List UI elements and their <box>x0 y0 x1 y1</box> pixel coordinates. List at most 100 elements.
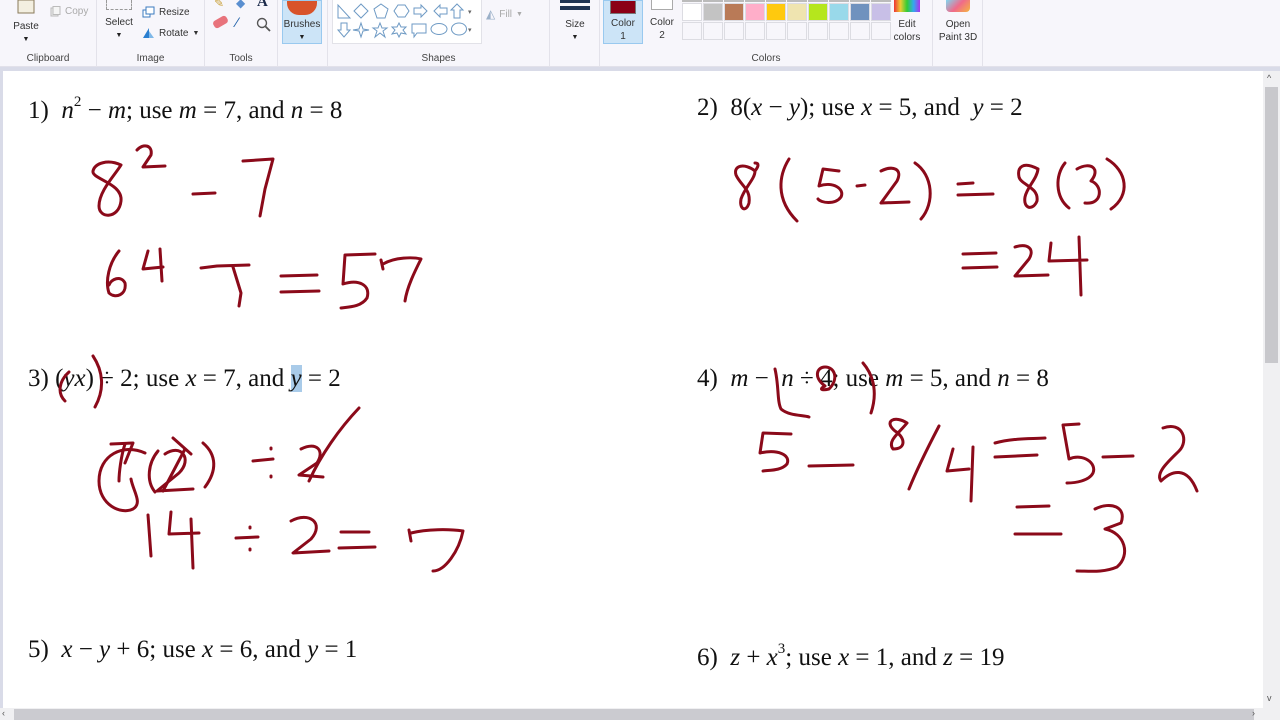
select-icon <box>106 0 132 10</box>
palette-custom-slot[interactable] <box>766 22 786 40</box>
right-arrow-icon[interactable] <box>413 3 428 19</box>
ink-stroke <box>1056 161 1071 210</box>
palette-swatch[interactable] <box>682 3 702 21</box>
ink-stroke <box>105 249 127 298</box>
shapes-more-icon[interactable]: ▾ <box>468 26 472 34</box>
horizontal-scrollbar[interactable]: ‹ › <box>0 708 1263 720</box>
palette-custom-slot[interactable] <box>682 22 702 40</box>
tools-group-label: Tools <box>229 53 253 64</box>
ink-stroke <box>1017 163 1040 209</box>
palette-swatch[interactable] <box>766 3 786 21</box>
palette-swatch-top[interactable] <box>766 0 786 2</box>
color2-button[interactable]: Color 2 <box>646 0 678 44</box>
color2-swatch <box>651 0 673 10</box>
palette-swatch-top[interactable] <box>850 0 870 2</box>
palette-swatch-top[interactable] <box>682 0 702 2</box>
ink-stroke <box>339 252 377 310</box>
palette-custom-slot[interactable] <box>745 22 765 40</box>
edit-colors-button[interactable]: Edit colors <box>888 0 926 44</box>
palette-custom-slot[interactable] <box>829 22 849 40</box>
size-button[interactable]: Size ▼ <box>556 0 594 44</box>
vertical-scroll-thumb[interactable] <box>1265 87 1278 363</box>
color-palette <box>682 0 891 44</box>
shapes-gallery[interactable] <box>332 0 482 44</box>
six-point-star-icon[interactable] <box>390 21 408 39</box>
size-label: Size <box>565 19 585 30</box>
vertical-scrollbar[interactable]: ^ v <box>1263 71 1280 708</box>
canvas[interactable]: 1) n2 − m; use m = 7, and n = 8 2) 8(x −… <box>0 71 1263 708</box>
ink-stroke <box>913 161 932 221</box>
ink-stroke <box>888 417 909 451</box>
palette-custom-slot[interactable] <box>850 22 870 40</box>
scroll-up-icon[interactable]: ^ <box>1267 73 1271 83</box>
ink-stroke <box>779 157 799 223</box>
magnifier-icon[interactable] <box>256 17 271 32</box>
shapes-group: ▾ ▾ ◭ Fill ▼ Shapes <box>328 0 550 67</box>
palette-swatch-top[interactable] <box>703 0 723 2</box>
copy-button[interactable]: Copy <box>50 6 88 17</box>
pencil-icon[interactable]: ✎ <box>214 0 224 10</box>
palette-swatch-top[interactable] <box>787 0 807 2</box>
select-button[interactable]: Select ▼ <box>104 0 134 42</box>
ink-work-2 <box>734 157 1126 297</box>
fill-button[interactable]: ◭ Fill ▼ <box>486 7 523 21</box>
rect-callout-icon[interactable] <box>411 23 427 39</box>
ink-stroke <box>807 463 855 468</box>
scroll-left-icon[interactable]: ‹ <box>2 708 5 718</box>
paint-window: Paste ▼ Copy Clipboard Select ▼ Resize R… <box>0 0 1280 720</box>
hexagon-icon[interactable] <box>393 4 410 18</box>
pentagon-icon[interactable] <box>373 3 389 19</box>
palette-swatch[interactable] <box>850 3 870 21</box>
edit-colors-label: Edit <box>898 19 916 30</box>
up-arrow-icon[interactable] <box>449 3 465 19</box>
ink-stroke <box>816 167 844 204</box>
fill-label: Fill <box>499 8 513 20</box>
select-dropdown-icon: ▼ <box>115 32 123 39</box>
palette-swatch[interactable] <box>703 3 723 21</box>
shapes-scroll-up-icon[interactable]: ▾ <box>468 8 472 16</box>
eraser-icon[interactable] <box>212 14 229 30</box>
palette-custom-slot[interactable] <box>724 22 744 40</box>
open-paint3d-button[interactable]: Open Paint 3D <box>937 0 979 44</box>
palette-swatch[interactable] <box>787 3 807 21</box>
fill-icon: ◭ <box>486 7 496 21</box>
palette-swatch-top[interactable] <box>829 0 849 2</box>
palette-swatch[interactable] <box>724 3 744 21</box>
palette-swatch[interactable] <box>745 3 765 21</box>
colors-group-label: Colors <box>751 53 781 64</box>
palette-custom-slot[interactable] <box>787 22 807 40</box>
paste-button[interactable]: Paste ▼ <box>8 0 44 46</box>
ink-stroke <box>407 528 465 573</box>
text-tool-icon[interactable]: A <box>257 0 268 11</box>
palette-swatch-top[interactable] <box>745 0 765 2</box>
color1-label: Color <box>611 18 635 29</box>
fill-bucket-icon[interactable]: ◆ <box>236 0 245 10</box>
palette-swatch[interactable] <box>808 3 828 21</box>
diamond-icon[interactable] <box>353 3 369 19</box>
color-picker-icon[interactable]: ⁄ <box>236 14 238 30</box>
down-arrow-icon[interactable] <box>336 22 352 38</box>
rotate-button[interactable]: Rotate ▼ <box>142 27 199 39</box>
left-arrow-icon[interactable] <box>433 3 448 19</box>
palette-swatch-top[interactable] <box>808 0 828 2</box>
color1-button[interactable]: Color 1 <box>603 0 643 44</box>
palette-custom-slot[interactable] <box>808 22 828 40</box>
scroll-right-icon[interactable]: › <box>1252 708 1255 718</box>
cloud-callout-icon[interactable] <box>451 22 467 36</box>
resize-button[interactable]: Resize <box>142 6 190 18</box>
palette-swatch-top[interactable] <box>724 0 744 2</box>
brush-icon <box>287 1 317 15</box>
four-point-star-icon[interactable] <box>352 21 370 39</box>
brushes-group: Brushes ▼ <box>278 0 328 67</box>
paint3d-label-2: Paint 3D <box>938 32 978 43</box>
brushes-button[interactable]: Brushes ▼ <box>282 0 322 44</box>
palette-custom-slot[interactable] <box>703 22 723 40</box>
scroll-down-icon[interactable]: v <box>1267 693 1272 703</box>
palette-swatch[interactable] <box>829 3 849 21</box>
five-point-star-icon[interactable] <box>371 21 389 39</box>
horizontal-scroll-thumb[interactable] <box>14 709 1254 720</box>
ink-stroke <box>773 367 811 419</box>
oval-callout-icon[interactable] <box>430 23 448 35</box>
right-triangle-icon[interactable] <box>337 3 352 19</box>
ink-stroke <box>337 530 377 550</box>
